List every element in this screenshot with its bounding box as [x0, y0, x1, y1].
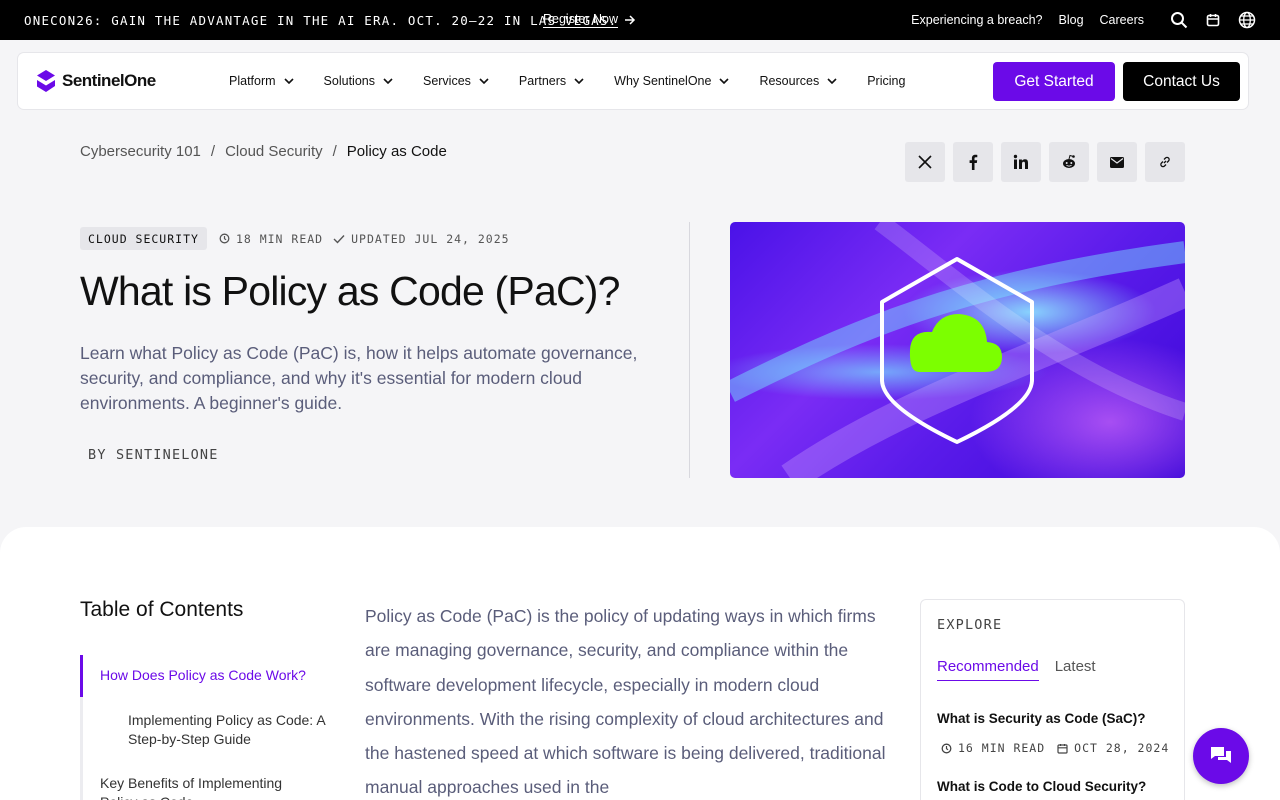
tab-latest[interactable]: Latest [1055, 658, 1096, 681]
nav-label: Resources [759, 74, 820, 88]
copy-link-button[interactable] [1145, 142, 1185, 182]
hero-divider [689, 222, 690, 478]
share-facebook-button[interactable] [953, 142, 993, 182]
globe-icon[interactable] [1238, 11, 1256, 29]
nav-label: Solutions [323, 74, 375, 88]
toc-item-how-it-works[interactable]: How Does Policy as Code Work? [80, 655, 340, 697]
tab-recommended[interactable]: Recommended [937, 658, 1039, 681]
nav-menu: Platform Solutions Services Partners Why… [229, 53, 935, 109]
link-icon [1160, 156, 1170, 168]
explore-article-title[interactable]: What is Code to Cloud Security? [937, 779, 1146, 794]
explore-label: EXPLORE [937, 617, 1003, 633]
chevron-down-icon [383, 78, 393, 84]
share-reddit-button[interactable] [1049, 142, 1089, 182]
email-icon [1110, 156, 1124, 168]
chevron-down-icon [574, 78, 584, 84]
utility-links: Experiencing a breach? Blog Careers [895, 0, 1256, 40]
arrow-right-icon [625, 15, 636, 25]
nav-label: Partners [518, 74, 567, 88]
shield-cloud-icon [880, 257, 1034, 444]
article-meta: CLOUD SECURITY 18 MIN READ UPDATED JUL 2… [80, 227, 520, 250]
toc-item-key-benefits[interactable]: Key Benefits of Implementing Policy as C… [100, 774, 320, 800]
article-lede: Learn what Policy as Code (PaC) is, how … [80, 343, 638, 413]
calendar-icon [1057, 743, 1068, 754]
breadcrumb-cloud-security[interactable]: Cloud Security [225, 143, 323, 160]
check-icon [333, 234, 345, 244]
register-now-label: Register Now [543, 12, 619, 28]
explore-article-title[interactable]: What is Security as Code (SaC)? [937, 711, 1146, 726]
breadcrumb-separator: / [210, 143, 216, 160]
share-email-button[interactable] [1097, 142, 1137, 182]
chevron-down-icon [827, 78, 837, 84]
breadcrumb-current: Policy as Code [346, 143, 447, 160]
toc-title: Table of Contents [80, 598, 244, 621]
nav-label: Services [422, 74, 471, 88]
sentinelone-logo[interactable]: SentinelOne [36, 69, 156, 93]
chevron-down-icon [479, 78, 489, 84]
chevron-down-icon [719, 78, 730, 84]
toc-track [80, 697, 83, 800]
chat-icon [1210, 747, 1231, 763]
updated-date: UPDATED JUL 24, 2025 [333, 232, 509, 246]
nav-item-platform[interactable]: Platform [229, 74, 294, 88]
updated-date-label: UPDATED JUL 24, 2025 [351, 231, 510, 246]
nav-item-services[interactable]: Services [423, 74, 489, 88]
chat-button[interactable] [1193, 728, 1249, 784]
calendar-icon[interactable] [1206, 13, 1220, 27]
facebook-icon [969, 154, 978, 170]
contact-us-button[interactable]: Contact Us [1123, 62, 1240, 101]
main-nav: SentinelOne Platform Solutions Services … [18, 53, 1248, 109]
breadcrumb: Cybersecurity 101 / Cloud Security / Pol… [80, 143, 447, 160]
explore-article-meta: 16 MIN READ OCT 28, 2024 [941, 741, 1169, 755]
promo-text: ONECON26: GAIN THE ADVANTAGE IN THE AI E… [24, 12, 618, 28]
announcement-bar: ONECON26: GAIN THE ADVANTAGE IN THE AI E… [0, 0, 1280, 40]
explore-read-time: 16 MIN READ [958, 741, 1046, 755]
blog-link[interactable]: Blog [1059, 13, 1084, 27]
breach-link[interactable]: Experiencing a breach? [911, 13, 1042, 27]
explore-panel: EXPLORE Recommended Latest What is Secur… [920, 599, 1185, 800]
hero-image [730, 222, 1185, 478]
share-linkedin-button[interactable] [1001, 142, 1041, 182]
nav-item-pricing[interactable]: Pricing [867, 74, 905, 88]
clock-icon [941, 743, 952, 753]
search-icon[interactable] [1170, 11, 1188, 29]
article-body: Policy as Code (PaC) is the policy of up… [365, 606, 886, 798]
clock-icon [219, 233, 230, 244]
toc-item-implementing[interactable]: Implementing Policy as Code: A Step-by-S… [128, 711, 338, 749]
nav-item-why-sentinelone[interactable]: Why SentinelOne [614, 74, 730, 88]
share-x-button[interactable] [905, 142, 945, 182]
article-byline: BY SENTINELONE [88, 447, 219, 463]
page-title: What is Policy as Code (PaC)? [80, 268, 620, 314]
register-now-link[interactable]: Register Now [543, 0, 636, 40]
nav-item-partners[interactable]: Partners [519, 74, 584, 88]
nav-label: Pricing [867, 74, 906, 88]
x-icon [918, 155, 932, 169]
breadcrumb-separator: / [332, 143, 337, 160]
breadcrumb-cybersecurity-101[interactable]: Cybersecurity 101 [80, 143, 201, 160]
read-time: 18 MIN READ [219, 232, 323, 246]
sentinelone-logo-icon [37, 70, 55, 92]
nav-item-resources[interactable]: Resources [759, 74, 837, 88]
logo-wordmark: SentinelOne [62, 71, 156, 90]
linkedin-icon [1013, 154, 1028, 169]
category-tag[interactable]: CLOUD SECURITY [80, 227, 207, 250]
read-time-label: 18 MIN READ [235, 231, 324, 246]
explore-tabs: Recommended Latest [937, 658, 1096, 681]
careers-link[interactable]: Careers [1100, 13, 1144, 27]
share-buttons [905, 142, 1185, 182]
nav-label: Why SentinelOne [614, 74, 712, 88]
nav-item-solutions[interactable]: Solutions [324, 74, 393, 88]
chevron-down-icon [283, 78, 294, 84]
get-started-button[interactable]: Get Started [993, 62, 1115, 101]
reddit-icon [1063, 154, 1075, 168]
nav-label: Platform [229, 74, 276, 88]
explore-date: OCT 28, 2024 [1074, 741, 1170, 755]
